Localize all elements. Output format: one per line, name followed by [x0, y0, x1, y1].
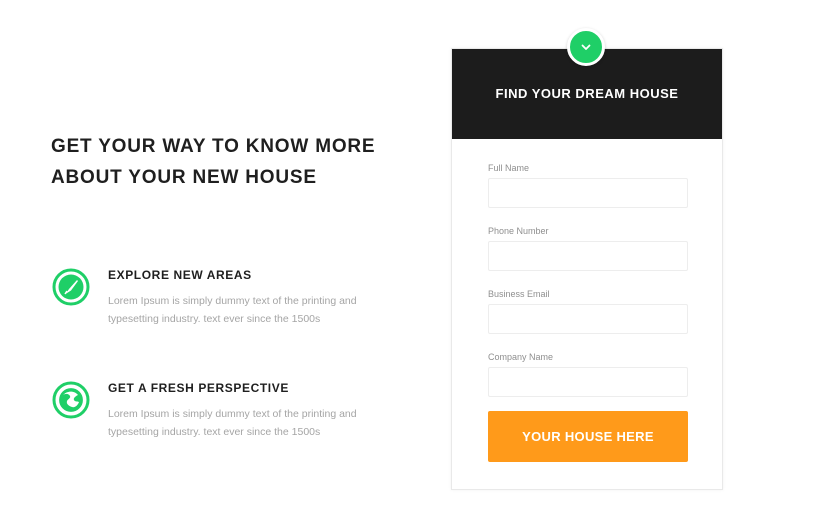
feature-description: Lorem Ipsum is simply dummy text of the … — [108, 408, 357, 438]
feature-title: GET A FRESH PERSPECTIVE — [108, 381, 289, 395]
full-name-input[interactable] — [488, 178, 688, 208]
form-title: FIND YOUR DREAM HOUSE — [495, 86, 679, 101]
chevron-down-icon — [581, 44, 591, 50]
full-name-label: Full Name — [488, 163, 530, 173]
dream-house-form: FIND YOUR DREAM HOUSE Full Name Phone Nu… — [451, 48, 723, 490]
headline-line-1: GET YOUR WAY TO KNOW MORE — [51, 136, 376, 157]
business-email-field-group: Business Email — [488, 288, 688, 334]
feature-explore: EXPLORE NEW AREAS Lorem Ipsum is simply … — [52, 266, 392, 346]
page: GET YOUR WAY TO KNOW MORE ABOUT YOUR NEW… — [0, 0, 832, 516]
headline-line-2: ABOUT YOUR NEW HOUSE — [51, 167, 317, 188]
form-toggle-button[interactable] — [567, 28, 605, 66]
company-name-field-group: Company Name — [488, 351, 688, 397]
company-name-input[interactable] — [488, 367, 688, 397]
full-name-field-group: Full Name — [488, 162, 688, 208]
feature-title: EXPLORE NEW AREAS — [108, 268, 252, 282]
phone-number-label: Phone Number — [488, 226, 549, 236]
company-name-label: Company Name — [488, 352, 554, 362]
business-email-label: Business Email — [488, 289, 550, 299]
compass-icon — [52, 268, 90, 306]
feature-description: Lorem Ipsum is simply dummy text of the … — [108, 295, 357, 325]
globe-icon — [52, 381, 90, 419]
feature-perspective: GET A FRESH PERSPECTIVE Lorem Ipsum is s… — [52, 379, 392, 459]
page-headline: GET YOUR WAY TO KNOW MORE ABOUT YOUR NEW… — [51, 131, 411, 193]
submit-button[interactable]: YOUR HOUSE HERE — [488, 411, 688, 462]
phone-number-input[interactable] — [488, 241, 688, 271]
phone-number-field-group: Phone Number — [488, 225, 688, 271]
business-email-input[interactable] — [488, 304, 688, 334]
